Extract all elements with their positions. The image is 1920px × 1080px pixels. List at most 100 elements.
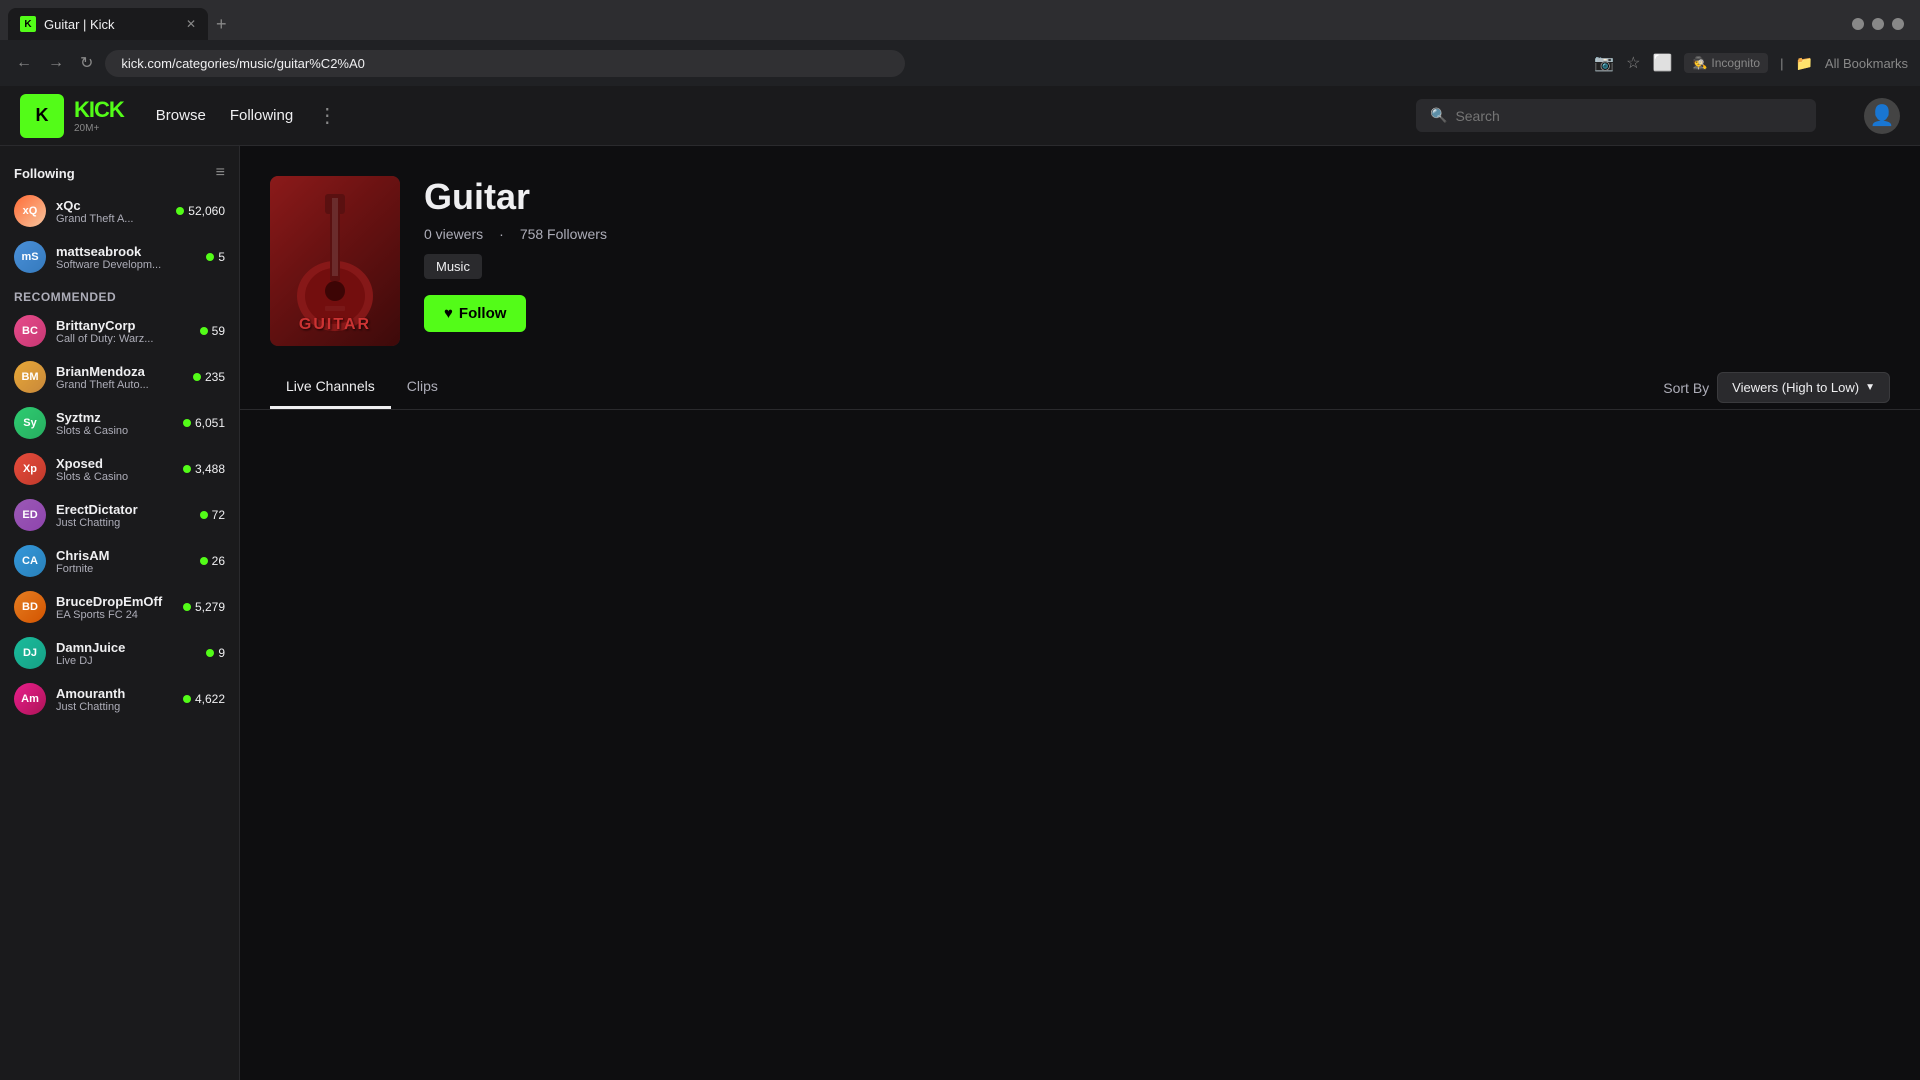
brucedropemoff-info: BruceDropEmOff EA Sports FC 24 <box>56 594 173 621</box>
app: K KICK 20M+ Browse Following ⋮ 🔍 👤 Follo… <box>0 86 1920 1080</box>
mattseabrook-name: mattseabrook <box>56 244 196 259</box>
sidebar-item-brittanycorp[interactable]: BC BrittanyCorp Call of Duty: Warz... 59 <box>0 308 239 354</box>
erectdictator-info: ErectDictator Just Chatting <box>56 502 190 529</box>
sidebar-sort-icon[interactable]: ≡ <box>216 164 225 182</box>
bookmarks-folder-icon: 📁 <box>1795 55 1812 72</box>
logo-sub: 20M+ <box>74 123 124 134</box>
sidebar-item-syztmz[interactable]: Sy Syztmz Slots & Casino 6,051 <box>0 400 239 446</box>
logo[interactable]: K KICK 20M+ <box>20 94 124 138</box>
damnjuice-viewers: 9 <box>206 646 225 660</box>
bookmarks-label: | <box>1780 56 1783 71</box>
xqc-viewer-count: 52,060 <box>188 204 225 218</box>
sidebar-item-damnjuice[interactable]: DJ DamnJuice Live DJ 9 <box>0 630 239 676</box>
recommended-section-header: Recommended <box>0 280 239 308</box>
live-dot-xqc <box>176 207 184 215</box>
tab-live-channels[interactable]: Live Channels <box>270 366 391 409</box>
category-title: Guitar <box>424 176 1890 218</box>
incognito-badge: 🕵 Incognito <box>1684 53 1768 73</box>
erectdictator-viewer-count: 72 <box>212 508 225 522</box>
brianmendoza-viewer-count: 235 <box>205 370 225 384</box>
active-tab[interactable]: K Guitar | Kick ✕ <box>8 8 208 40</box>
sort-select[interactable]: Viewers (High to Low) ▼ <box>1717 372 1890 403</box>
sidebar-item-xqc[interactable]: xQ xQc Grand Theft A... 52,060 <box>0 188 239 234</box>
new-tab-button[interactable]: + <box>208 10 235 39</box>
brucedropemoff-viewers: 5,279 <box>183 600 225 614</box>
amouranth-game: Just Chatting <box>56 701 173 713</box>
avatar-icon: 👤 <box>1870 103 1895 128</box>
brianmendoza-info: BrianMendoza Grand Theft Auto... <box>56 364 183 391</box>
tab-close-button[interactable]: ✕ <box>186 17 196 31</box>
avatar-mattseabrook: mS <box>14 241 46 273</box>
follow-button[interactable]: ♥ Follow <box>424 295 526 332</box>
header-nav: Browse Following ⋮ <box>156 103 337 128</box>
category-tags: Music <box>424 254 1890 279</box>
music-tag[interactable]: Music <box>424 254 482 279</box>
recommended-label: Recommended <box>14 290 116 304</box>
sidebar-item-erectdictator[interactable]: ED ErectDictator Just Chatting 72 <box>0 492 239 538</box>
xqc-info: xQc Grand Theft A... <box>56 198 166 225</box>
app-header: K KICK 20M+ Browse Following ⋮ 🔍 👤 <box>0 86 1920 146</box>
live-dot-matt <box>206 253 214 261</box>
damnjuice-info: DamnJuice Live DJ <box>56 640 196 667</box>
forward-button[interactable]: → <box>44 50 68 76</box>
brucedropemoff-viewer-count: 5,279 <box>195 600 225 614</box>
sidebar-item-brianmendoza[interactable]: BM BrianMendoza Grand Theft Auto... 235 <box>0 354 239 400</box>
logo-icon: K <box>20 94 64 138</box>
tab-clips[interactable]: Clips <box>391 366 454 409</box>
user-avatar[interactable]: 👤 <box>1864 98 1900 134</box>
avatar-chrisam: CA <box>14 545 46 577</box>
avatar-brittanycorp: BC <box>14 315 46 347</box>
following-section-header: Following ≡ <box>0 158 239 188</box>
sidebar-item-brucedropemoff[interactable]: BD BruceDropEmOff EA Sports FC 24 5,279 <box>0 584 239 630</box>
live-dot-brittany <box>200 327 208 335</box>
nav-following[interactable]: Following <box>230 107 293 124</box>
xqc-name: xQc <box>56 198 166 213</box>
refresh-button[interactable]: ↻ <box>76 49 97 77</box>
viewers-stat: 0 viewers <box>424 226 483 242</box>
amouranth-viewers: 4,622 <box>183 692 225 706</box>
brittanycorp-viewers: 59 <box>200 324 225 338</box>
content-tabs: Live Channels Clips <box>270 366 454 409</box>
minimize-button[interactable] <box>1852 18 1864 30</box>
sidebar-item-chrisam[interactable]: CA ChrisAM Fortnite 26 <box>0 538 239 584</box>
back-button[interactable]: ← <box>12 50 36 76</box>
address-bar[interactable]: kick.com/categories/music/guitar%C2%A0 <box>105 50 905 77</box>
chrisam-game: Fortnite <box>56 563 190 575</box>
damnjuice-game: Live DJ <box>56 655 196 667</box>
sidebar-item-mattseabrook[interactable]: mS mattseabrook Software Developm... 5 <box>0 234 239 280</box>
sidebar-item-xposed[interactable]: Xp Xposed Slots & Casino 3,488 <box>0 446 239 492</box>
follow-label: Follow <box>459 305 507 322</box>
xqc-game: Grand Theft A... <box>56 213 166 225</box>
avatar-xposed: Xp <box>14 453 46 485</box>
avatar-brucedropemoff: BD <box>14 591 46 623</box>
live-channels-content <box>240 410 1920 710</box>
brianmendoza-name: BrianMendoza <box>56 364 183 379</box>
syztmz-info: Syztmz Slots & Casino <box>56 410 173 437</box>
damnjuice-name: DamnJuice <box>56 640 196 655</box>
amouranth-viewer-count: 4,622 <box>195 692 225 706</box>
xposed-viewer-count: 3,488 <box>195 462 225 476</box>
browser-toolbar-right: 📷 ☆ ⬜ 🕵 Incognito | 📁 All Bookmarks <box>1594 53 1908 73</box>
chrisam-viewers: 26 <box>200 554 225 568</box>
brittanycorp-info: BrittanyCorp Call of Duty: Warz... <box>56 318 190 345</box>
device-icon: ⬜ <box>1653 53 1673 73</box>
bookmark-icon[interactable]: ☆ <box>1626 53 1640 73</box>
sort-value: Viewers (High to Low) <box>1732 380 1859 395</box>
nav-browse[interactable]: Browse <box>156 107 206 124</box>
incognito-icon: 🕵 <box>1692 56 1707 70</box>
header-search[interactable]: 🔍 <box>1416 99 1816 132</box>
search-input[interactable] <box>1455 108 1802 124</box>
category-header: GUITAR Guitar 0 viewers · 758 Followers … <box>240 146 1920 366</box>
live-dot-brian <box>193 373 201 381</box>
address-bar-row: ← → ↻ kick.com/categories/music/guitar%C… <box>0 40 1920 86</box>
avatar-erectdictator: ED <box>14 499 46 531</box>
maximize-button[interactable] <box>1872 18 1884 30</box>
brittanycorp-game: Call of Duty: Warz... <box>56 333 190 345</box>
chevron-down-icon: ▼ <box>1865 382 1875 393</box>
syztmz-viewer-count: 6,051 <box>195 416 225 430</box>
close-button[interactable] <box>1892 18 1904 30</box>
sidebar-item-amouranth[interactable]: Am Amouranth Just Chatting 4,622 <box>0 676 239 722</box>
nav-more-button[interactable]: ⋮ <box>317 103 337 128</box>
chrisam-info: ChrisAM Fortnite <box>56 548 190 575</box>
mattseabrook-game: Software Developm... <box>56 259 196 271</box>
